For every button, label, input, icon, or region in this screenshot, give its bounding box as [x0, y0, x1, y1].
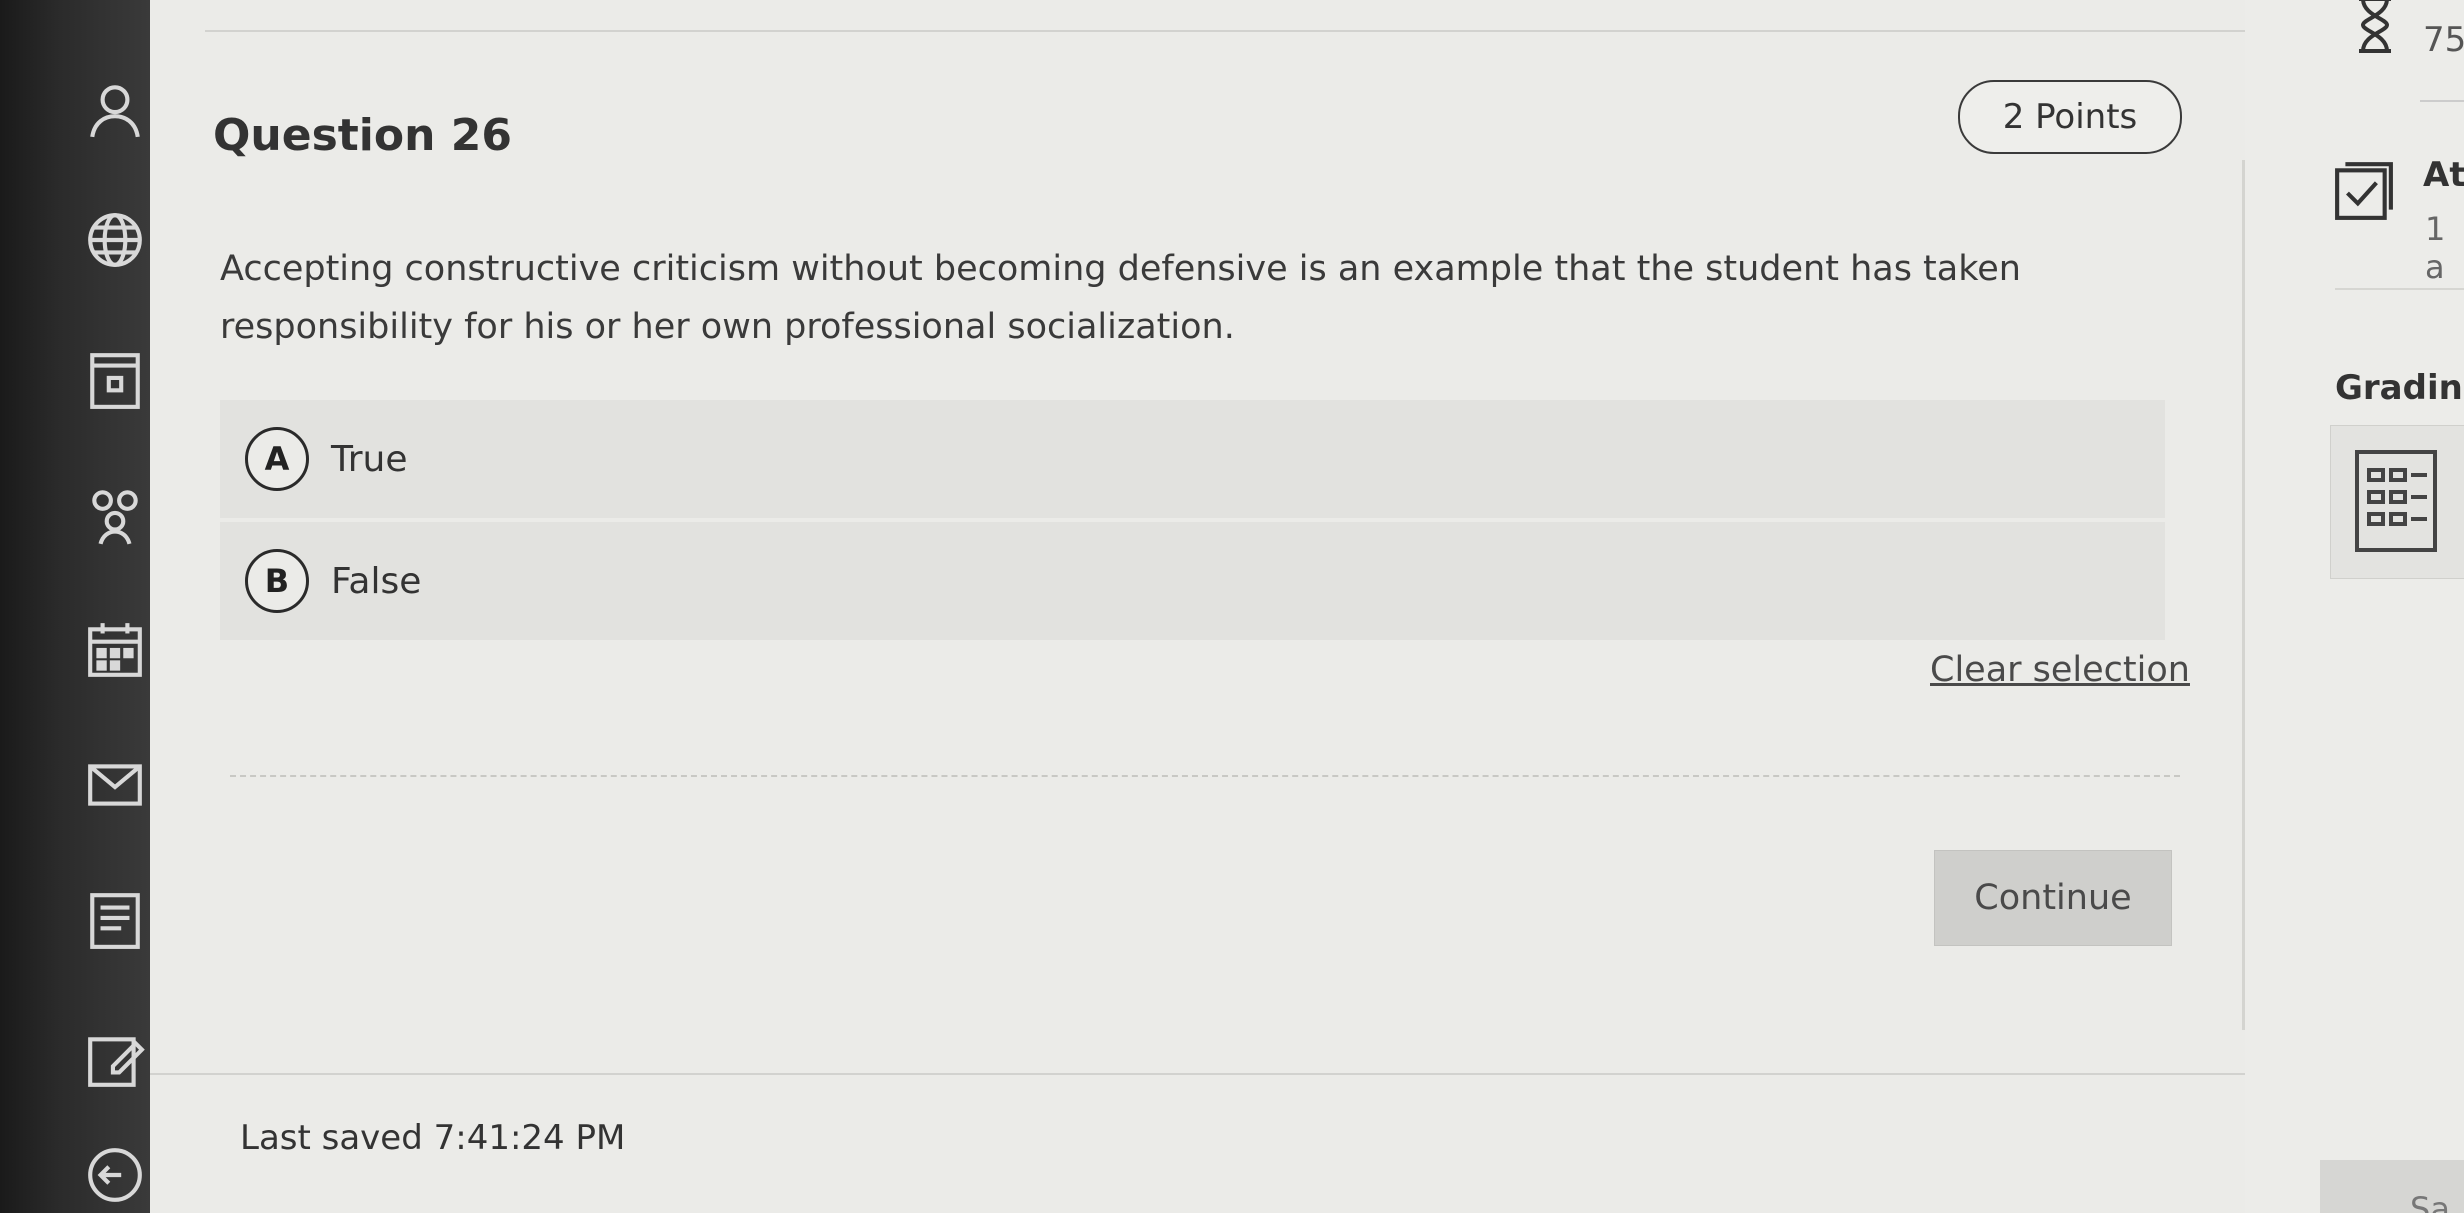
question-title: Question 26 [213, 110, 512, 161]
option-letter-badge[interactable]: A [245, 427, 309, 491]
divider [205, 30, 2245, 32]
calendar-icon[interactable] [80, 615, 150, 685]
option-label[interactable]: False [331, 561, 421, 602]
groups-icon[interactable] [80, 480, 150, 550]
rubric-icon [2355, 450, 2437, 552]
edit-icon[interactable] [80, 1025, 150, 1095]
attempt-title: At [2423, 155, 2464, 195]
question-panel: Question 26 2 Points Accepting construct… [150, 0, 2245, 1213]
globe-icon[interactable] [80, 205, 150, 275]
question-text: Accepting constructive criticism without… [220, 249, 2021, 347]
messages-icon[interactable] [80, 750, 150, 820]
hourglass-icon [2359, 0, 2391, 53]
continue-button[interactable]: Continue [1934, 850, 2172, 946]
last-saved-status: Last saved 7:41:24 PM [240, 1118, 626, 1158]
footer-divider [150, 1073, 2245, 1075]
answer-option-false[interactable]: B False [220, 522, 2165, 640]
points-badge: 2 Points [1958, 80, 2182, 154]
option-label[interactable]: True [331, 439, 407, 480]
grading-label: Grading [2335, 368, 2464, 408]
option-letter-badge[interactable]: B [245, 549, 309, 613]
checkbox-icon [2335, 162, 2393, 220]
attempt-subtitle: 1 a [2425, 210, 2446, 286]
timer-text: 75 [2423, 20, 2464, 60]
institution-icon[interactable] [80, 345, 150, 415]
divider [2335, 288, 2464, 290]
divider [2420, 100, 2464, 102]
answer-option-true[interactable]: A True [220, 400, 2165, 518]
signout-icon[interactable] [80, 1140, 150, 1210]
clear-selection-link[interactable]: Clear selection [1930, 650, 2190, 690]
save-button[interactable]: Sa [2320, 1160, 2464, 1213]
rubric-button[interactable] [2330, 425, 2464, 579]
grades-icon[interactable] [80, 885, 150, 955]
side-panel: 75 At 1 a Grading Sa [2245, 0, 2464, 1213]
left-navigation [0, 0, 150, 1213]
dashed-divider [230, 775, 2180, 777]
profile-icon[interactable] [80, 75, 150, 145]
